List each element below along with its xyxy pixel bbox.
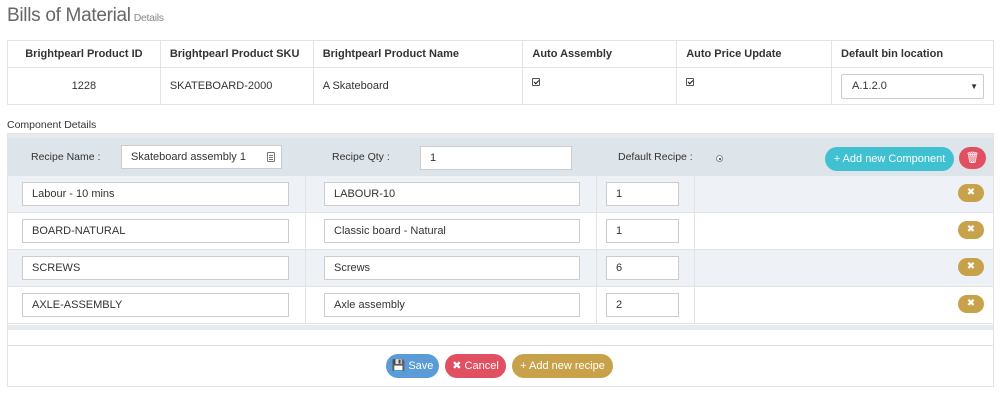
component-row: Labour - 10 mins LABOUR-10 1 ✖ [8, 176, 993, 213]
recipe-qty-label: Recipe Qty : [332, 151, 390, 163]
recipe-name-label: Recipe Name : [31, 151, 101, 163]
component-name-input[interactable]: LABOUR-10 [324, 182, 580, 206]
recipe-qty-input[interactable]: 1 [420, 146, 572, 170]
recipe-name-value: Skateboard assembly 1 [131, 151, 246, 163]
auto-assembly-checkbox[interactable] [532, 78, 541, 86]
default-recipe-label: Default Recipe : [618, 151, 693, 163]
product-sku: SKATEBOARD-2000 [160, 67, 314, 105]
product-id: 1228 [7, 67, 161, 105]
close-icon: ✖ [966, 224, 976, 235]
product-table: Brightpearl Product ID Brightpearl Produ… [7, 40, 994, 105]
cancel-button[interactable]: ✖ Cancel [445, 354, 506, 378]
add-recipe-button[interactable]: + Add new recipe [512, 354, 613, 378]
col-product-name: Brightpearl Product Name [313, 40, 524, 68]
component-qty-input[interactable]: 2 [606, 293, 679, 317]
col-product-id: Brightpearl Product ID [7, 40, 161, 68]
component-name-input[interactable]: Classic board - Natural [324, 219, 580, 243]
component-sku-input[interactable]: SCREWS [22, 256, 289, 280]
component-qty-input[interactable]: 1 [606, 219, 679, 243]
save-label: Save [408, 360, 434, 372]
remove-component-button[interactable]: ✖ [958, 295, 984, 313]
bin-location-select[interactable]: A.1.2.0 ▼ [841, 73, 984, 99]
remove-component-button[interactable]: ✖ [958, 258, 984, 276]
component-row: BOARD-NATURAL Classic board - Natural 1 … [8, 213, 993, 250]
recipe-name-input[interactable]: Skateboard assembly 1 [121, 145, 282, 169]
component-sku-input[interactable]: Labour - 10 mins [22, 182, 289, 206]
component-details-label: Component Details [7, 119, 97, 131]
auto-price-update-checkbox[interactable] [686, 78, 695, 86]
col-auto-price-update: Auto Price Update [676, 40, 832, 68]
list-icon [267, 152, 275, 162]
page-subtitle: Details [133, 12, 164, 24]
delete-recipe-button[interactable]: 🗑 [959, 147, 986, 169]
col-auto-assembly: Auto Assembly [522, 40, 678, 68]
close-icon: ✖ [966, 187, 976, 198]
save-button[interactable]: 💾 Save [386, 354, 439, 378]
component-row: SCREWS Screws 6 ✖ [8, 250, 993, 287]
bin-location-value: A.1.2.0 [852, 79, 887, 92]
close-icon: ✖ [966, 261, 976, 272]
add-component-button[interactable]: + Add new Component [825, 147, 954, 171]
component-name-input[interactable]: Screws [324, 256, 580, 280]
chevron-down-icon: ▼ [970, 81, 978, 91]
trash-icon: 🗑 [965, 152, 980, 164]
close-icon: ✖ [966, 298, 976, 309]
save-icon: 💾 [391, 360, 406, 372]
component-sku-input[interactable]: BOARD-NATURAL [22, 219, 289, 243]
recipe-panel: Recipe Name : Skateboard assembly 1 Reci… [7, 133, 994, 387]
component-qty-input[interactable]: 1 [606, 182, 679, 206]
page-title: Bills of Material Details [7, 5, 164, 26]
component-sku-input[interactable]: AXLE-ASSEMBLY [22, 293, 289, 317]
component-row: AXLE-ASSEMBLY Axle assembly 2 ✖ [8, 287, 993, 324]
col-default-bin: Default bin location [831, 40, 994, 68]
cancel-label: Cancel [464, 360, 499, 372]
remove-component-button[interactable]: ✖ [958, 184, 984, 202]
remove-component-button[interactable]: ✖ [958, 221, 984, 239]
default-recipe-radio[interactable] [716, 155, 723, 162]
col-product-sku: Brightpearl Product SKU [160, 40, 314, 68]
product-name: A Skateboard [313, 67, 524, 105]
close-icon: ✖ [452, 360, 462, 372]
component-qty-input[interactable]: 6 [606, 256, 679, 280]
component-name-input[interactable]: Axle assembly [324, 293, 580, 317]
recipe-header: Recipe Name : Skateboard assembly 1 Reci… [8, 138, 993, 176]
